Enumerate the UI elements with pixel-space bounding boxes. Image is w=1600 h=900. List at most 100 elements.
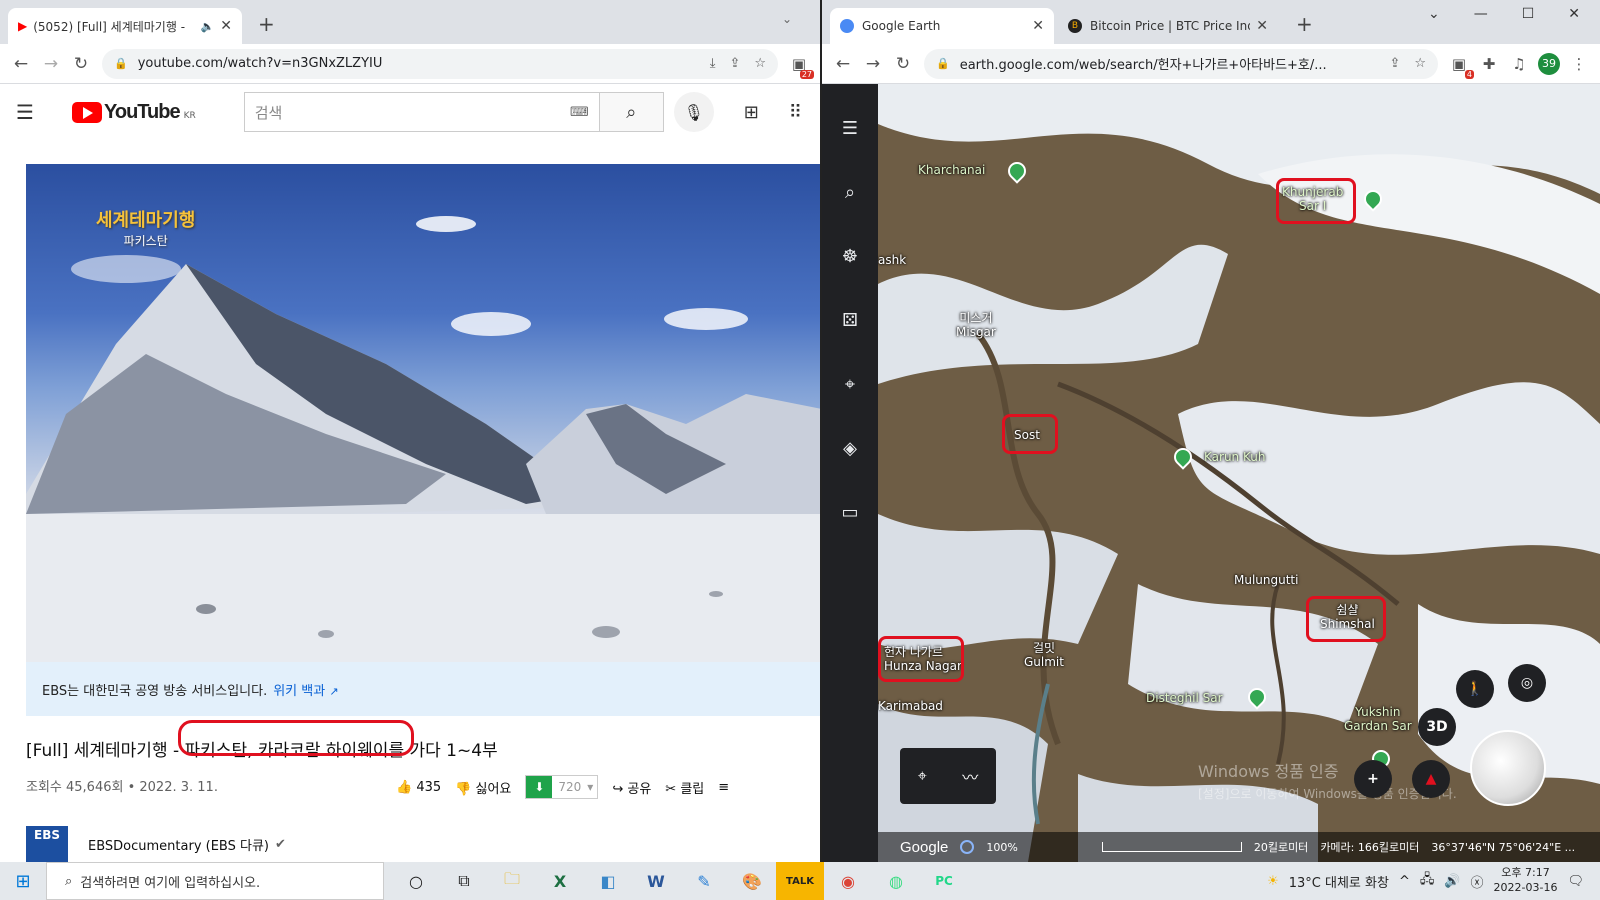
weather-text[interactable]: 13°C 대체로 화창 xyxy=(1289,872,1389,891)
taskbar-search-input[interactable]: ⌕ 검색하려면 여기에 입력하십시오. xyxy=(46,862,384,900)
pegman-street-view-icon[interactable]: 🚶 xyxy=(1456,670,1494,708)
voice-search-button[interactable]: 🎙 xyxy=(673,92,714,132)
feeling-lucky-dice-icon[interactable]: ⚄ xyxy=(822,288,878,352)
create-video-icon[interactable]: ⊞ xyxy=(744,102,759,123)
volume-icon[interactable]: 🔊 xyxy=(1444,874,1460,889)
map-style-layers-icon[interactable]: ◈ xyxy=(822,416,878,480)
windows-start-icon[interactable]: ⊞ xyxy=(0,871,46,892)
satellite-map[interactable]: Kharchanai Khunjerab Sar I ashk 미스거 Misg… xyxy=(878,84,1600,862)
bookmark-star-icon[interactable]: ☆ xyxy=(1414,56,1426,71)
label-karimabad[interactable]: Karimabad xyxy=(878,699,943,714)
projects-pin-icon[interactable]: ⌖ xyxy=(822,352,878,416)
close-tab-icon[interactable]: ✕ xyxy=(1032,18,1044,34)
menu-icon[interactable]: ☰ xyxy=(822,96,878,160)
tab-search-chevron-icon[interactable]: ⌄ xyxy=(1428,6,1440,22)
channel-name[interactable]: EBSDocumentary (EBS 다큐) xyxy=(88,835,269,854)
new-tab-button[interactable]: + xyxy=(258,12,275,36)
label-mulungutti[interactable]: Mulungutti xyxy=(1234,573,1298,588)
more-menu-icon[interactable]: ⋮ xyxy=(1564,55,1594,73)
youtube-logo[interactable]: YouTube KR xyxy=(72,101,196,124)
channel-avatar[interactable]: EBS xyxy=(26,826,68,862)
cortana-icon[interactable]: ○ xyxy=(392,862,440,900)
label-yukshin-gardan-sar[interactable]: Yukshin Gardan Sar xyxy=(1344,705,1412,734)
label-kharchanai[interactable]: Kharchanai xyxy=(918,163,985,178)
label-gulmit[interactable]: 걸밋 Gulmit xyxy=(1024,641,1064,670)
audio-icon[interactable]: 🔈 xyxy=(201,20,215,33)
close-window-icon[interactable]: ✕ xyxy=(1568,6,1580,22)
url-field[interactable]: 🔒 youtube.com/watch?v=n3GNxZLZYIU ⤓ ⇪ ☆ xyxy=(102,48,778,79)
chrome-icon[interactable]: ◉ xyxy=(824,862,872,900)
share-button[interactable]: ↪ 공유 xyxy=(612,778,651,797)
share-icon[interactable]: ⇪ xyxy=(729,56,740,71)
draw-path-icon[interactable]: 〰 xyxy=(962,764,978,788)
notes-app-icon[interactable]: ◧ xyxy=(584,862,632,900)
new-tab-button[interactable]: + xyxy=(1296,12,1313,36)
menu-icon[interactable]: ☰ xyxy=(16,100,56,124)
download-button[interactable]: ⬇ 720 ▾ xyxy=(525,775,599,799)
forward-icon[interactable]: → xyxy=(36,54,66,74)
media-control-icon[interactable]: ♫ xyxy=(1504,55,1534,73)
task-view-icon[interactable]: ⧉ xyxy=(440,862,488,900)
voyager-wheel-icon[interactable]: ☸ xyxy=(822,224,878,288)
zoom-in-button[interactable]: + xyxy=(1354,760,1392,798)
clock[interactable]: 오후 7:17 2022-03-16 xyxy=(1494,866,1558,896)
video-player[interactable]: 세계테마기행 파키스탄 xyxy=(26,164,820,662)
profile-avatar[interactable]: 39 xyxy=(1534,52,1564,75)
weather-sun-icon[interactable]: ☀ xyxy=(1267,874,1279,889)
install-icon[interactable]: ⤓ xyxy=(710,56,716,71)
label-misgar[interactable]: 미스거 Misgar xyxy=(956,311,996,340)
extension-icon[interactable]: ▣ 4 xyxy=(1444,55,1474,79)
extension-icon[interactable]: ▣ 27 xyxy=(784,55,814,79)
my-location-icon[interactable]: ◎ xyxy=(1508,664,1546,702)
network-icon[interactable]: 🖧 xyxy=(1420,870,1435,892)
url-field[interactable]: 🔒 earth.google.com/web/search/헌자+나가르+아타바… xyxy=(924,48,1438,79)
snipping-tool-icon[interactable]: ✎ xyxy=(680,862,728,900)
thumbs-down-icon: 👎 xyxy=(455,781,472,797)
word-icon[interactable]: W xyxy=(632,862,680,900)
input-mode-icon[interactable]: ⓧ xyxy=(1471,872,1484,891)
label-disteghil-sar[interactable]: Disteghil Sar xyxy=(1146,691,1223,706)
minimize-icon[interactable]: — xyxy=(1474,6,1488,22)
share-icon[interactable]: ⇪ xyxy=(1389,56,1400,71)
clip-button[interactable]: ✂ 클립 xyxy=(665,778,704,797)
android-app-icon[interactable]: ◍ xyxy=(872,862,920,900)
pycharm-icon[interactable]: PC xyxy=(920,862,968,900)
search-button[interactable]: ⌕ xyxy=(599,92,664,132)
dislike-button[interactable]: 👎 싫어요 xyxy=(455,778,511,797)
search-icon[interactable]: ⌕ xyxy=(822,160,878,224)
maximize-icon[interactable]: ☐ xyxy=(1522,6,1535,22)
paint-icon[interactable]: 🎨 xyxy=(728,862,776,900)
more-actions-icon[interactable]: ≡ xyxy=(718,780,729,795)
excel-icon[interactable]: X xyxy=(536,862,584,900)
tab-strip-right: Google Earth ✕ B Bitcoin Price | BTC Pri… xyxy=(822,0,1600,44)
close-tab-icon[interactable]: ✕ xyxy=(1256,18,1268,34)
kakaotalk-icon[interactable]: TALK xyxy=(776,862,824,900)
keyboard-icon[interactable]: ⌨ xyxy=(570,105,589,120)
search-input[interactable]: 검색 ⌨ xyxy=(243,92,600,132)
file-explorer-icon[interactable]: 🗀 xyxy=(488,862,536,900)
like-button[interactable]: 👍 435 xyxy=(396,780,441,795)
puzzle-extensions-icon[interactable]: ✚ xyxy=(1474,55,1504,73)
toggle-3d-button[interactable]: 3D xyxy=(1418,708,1456,746)
tray-chevron-up-icon[interactable]: ^ xyxy=(1399,874,1410,889)
back-icon[interactable]: ← xyxy=(828,54,858,74)
tab-bitcoin[interactable]: B Bitcoin Price | BTC Price Index a ✕ xyxy=(1058,8,1278,44)
label-karun-kuh[interactable]: Karun Kuh xyxy=(1204,450,1265,465)
reload-icon[interactable]: ↻ xyxy=(66,54,96,74)
close-tab-icon[interactable]: ✕ xyxy=(220,18,232,34)
wikipedia-link[interactable]: 위키 백과 ↗ xyxy=(273,680,338,699)
bookmark-star-icon[interactable]: ☆ xyxy=(754,56,766,71)
tab-google-earth[interactable]: Google Earth ✕ xyxy=(830,8,1054,44)
add-placemark-icon[interactable]: ⌖ xyxy=(918,766,927,786)
tab-youtube[interactable]: ▶ (5052) [Full] 세계테마기행 - 🔈 ✕ xyxy=(8,8,242,44)
compass-icon[interactable]: ▲ xyxy=(1412,760,1450,798)
mini-globe[interactable] xyxy=(1470,730,1546,806)
back-icon[interactable]: ← xyxy=(6,54,36,74)
notification-center-icon[interactable]: 🗨 xyxy=(1567,874,1584,889)
apps-grid-icon[interactable]: ⠿ xyxy=(789,102,802,123)
forward-icon[interactable]: → xyxy=(858,54,888,74)
label-ashk[interactable]: ashk xyxy=(878,253,906,268)
reload-icon[interactable]: ↻ xyxy=(888,54,918,74)
tab-search-chevron-icon[interactable]: ⌄ xyxy=(782,12,792,26)
measure-ruler-icon[interactable]: ▭ xyxy=(822,480,878,544)
